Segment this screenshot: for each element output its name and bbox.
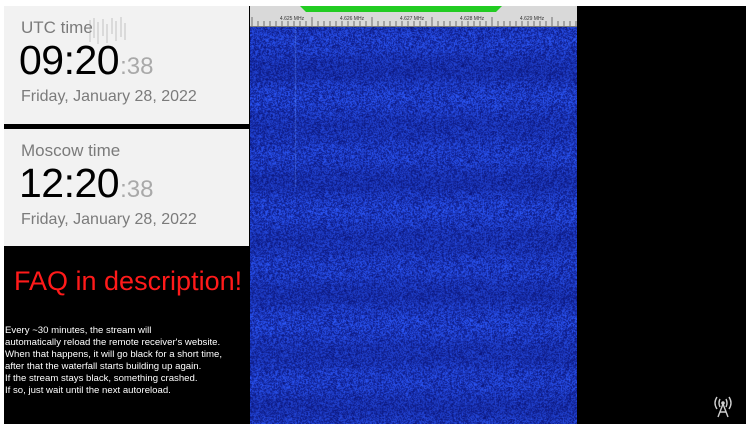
- notice-line: If the stream stays black, something cra…: [5, 372, 198, 384]
- moscow-clock-time: 12:20:38: [19, 163, 153, 204]
- notice-line: If so, just wait until the next autorelo…: [5, 384, 171, 396]
- utc-clock-panel: UTC time 09:20:38 Friday, January 28, 20…: [4, 6, 249, 124]
- waterfall-spectrum: [250, 27, 577, 424]
- moscow-clock-panel: Moscow time 12:20:38 Friday, January 28,…: [4, 129, 249, 246]
- notice-line: after that the waterfall starts building…: [5, 360, 202, 372]
- frequency-label: 4.627 MHz: [399, 16, 425, 22]
- faq-banner: FAQ in description!: [14, 266, 243, 296]
- frequency-label: 4.626 MHz: [339, 16, 365, 22]
- moscow-hours-minutes: 12:20: [19, 160, 120, 206]
- notice-line: automatically reload the remote receiver…: [5, 336, 221, 348]
- frequency-scale[interactable]: 4.625 MHz 4.626 MHz 4.627 MHz 4.628 MHz …: [250, 6, 577, 27]
- utc-clock-date: Friday, January 28, 2022: [21, 88, 197, 105]
- frequency-label: 4.629 MHz: [519, 16, 545, 22]
- utc-hours-minutes: 09:20: [19, 37, 120, 83]
- waterfall-display: 4.625 MHz 4.626 MHz 4.627 MHz 4.628 MHz …: [250, 6, 577, 424]
- stream-frame: UTC time 09:20:38 Friday, January 28, 20…: [4, 6, 746, 424]
- notice-line: When that happens, it will go black for …: [5, 348, 223, 360]
- radio-tower-logo-icon: [714, 396, 732, 418]
- moscow-seconds: :38: [120, 176, 154, 203]
- frequency-label: 4.628 MHz: [459, 16, 485, 22]
- utc-clock-time: 09:20:38: [19, 40, 153, 81]
- frequency-label: 4.625 MHz: [279, 16, 305, 22]
- utc-clock-label: UTC time: [21, 18, 93, 37]
- utc-seconds: :38: [120, 53, 154, 80]
- moscow-clock-date: Friday, January 28, 2022: [21, 211, 197, 228]
- reload-notice: Every ~30 minutes, the stream will autom…: [5, 325, 249, 396]
- notice-line: Every ~30 minutes, the stream will: [5, 325, 152, 336]
- moscow-clock-label: Moscow time: [21, 141, 121, 160]
